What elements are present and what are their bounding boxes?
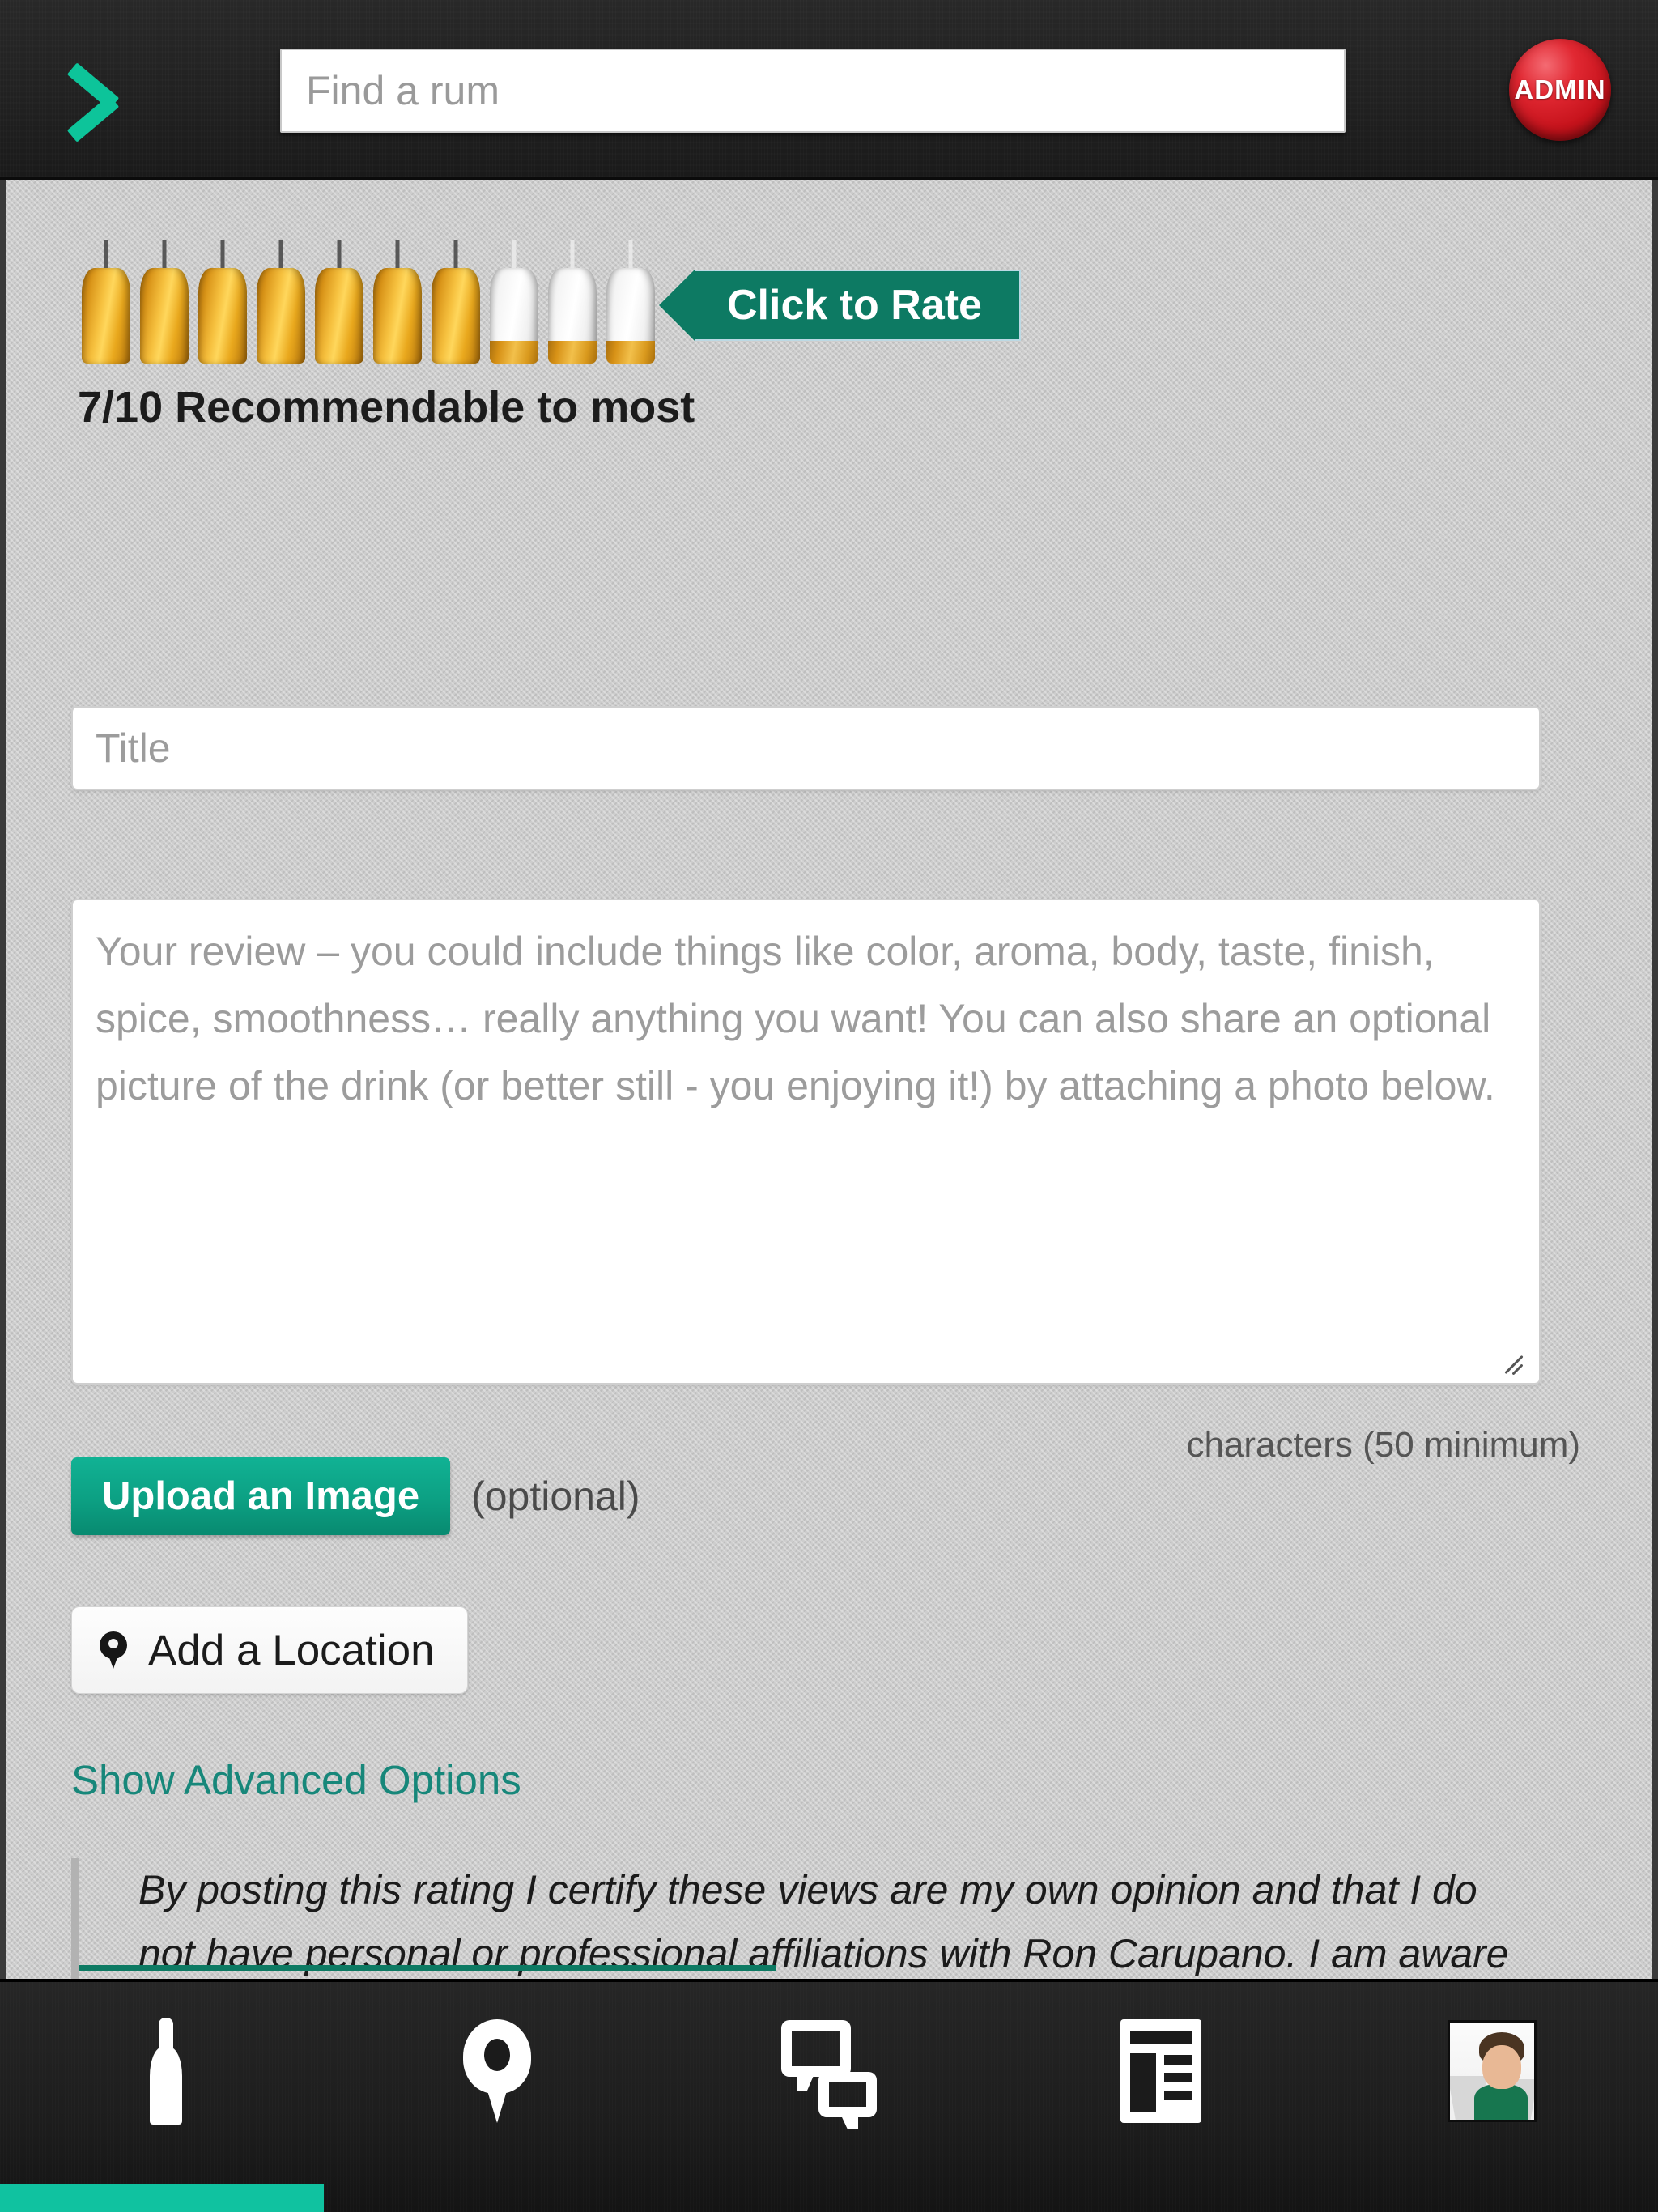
map-pin-icon [100, 1631, 127, 1669]
bottle-icon [143, 2018, 189, 2125]
rating-bottle-7[interactable] [431, 240, 481, 364]
bottom-navigation-bar [0, 1979, 1658, 2212]
nav-item-feed[interactable] [995, 1982, 1327, 2160]
disclaimer-block: By posting this rating I certify these v… [71, 1858, 1541, 1979]
rating-bottle-2[interactable] [139, 240, 189, 364]
feed-icon [1120, 2019, 1201, 2123]
nav-item-chat[interactable] [663, 1982, 995, 2160]
avatar-icon [1448, 2020, 1537, 2122]
disclaimer-text: By posting this rating I certify these v… [138, 1867, 1509, 1976]
upload-image-row: Upload an Image (optional) [71, 1457, 640, 1535]
review-body-textarea[interactable] [71, 899, 1541, 1385]
rating-bottle-3[interactable] [198, 240, 248, 364]
add-location-label: Add a Location [148, 1626, 435, 1674]
add-location-button[interactable]: Add a Location [71, 1606, 468, 1694]
review-title-input[interactable] [71, 706, 1541, 790]
click-to-rate-label: Click to Rate [727, 282, 982, 329]
rating-bottle-9[interactable] [547, 240, 597, 364]
admin-button-label: ADMIN [1514, 74, 1606, 104]
upload-image-button[interactable]: Upload an Image [71, 1457, 451, 1535]
rating-summary-label: 7/10 Recommendable to most [78, 383, 695, 432]
upload-optional-label: (optional) [471, 1474, 640, 1519]
admin-button[interactable]: ADMIN [1509, 39, 1611, 141]
search-field-wrapper [280, 49, 1346, 133]
back-button[interactable] [49, 50, 138, 139]
nav-item-places[interactable] [332, 1982, 664, 2160]
main-content-area: Click to Rate 7/10 Recommendable to most… [0, 180, 1658, 1979]
top-header-bar: ADMIN [0, 0, 1658, 180]
rating-bottle-6[interactable] [372, 240, 423, 364]
character-count-hint: characters (50 minimum) [1186, 1425, 1580, 1465]
rating-bottle-row[interactable]: Click to Rate [81, 240, 1021, 364]
chat-icon [780, 2020, 877, 2129]
map-pin-icon [463, 2019, 532, 2123]
rating-bottle-1[interactable] [81, 240, 131, 364]
rating-bottle-10[interactable] [606, 240, 656, 364]
bottom-left-accent-strip [0, 2184, 324, 2212]
nav-item-rums[interactable] [0, 1982, 332, 2160]
app-root: ADMIN Click to Rate 7/10 Recommendable t… [0, 0, 1658, 2212]
show-advanced-options-link[interactable]: Show Advanced Options [71, 1756, 521, 1804]
click-to-rate-callout[interactable]: Click to Rate [659, 270, 1021, 341]
page-progress-indicator [79, 1965, 776, 1971]
nav-item-profile[interactable] [1326, 1982, 1658, 2160]
rating-bottle-5[interactable] [314, 240, 364, 364]
rating-bottle-8[interactable] [489, 240, 539, 364]
search-input[interactable] [280, 49, 1346, 133]
rating-bottle-4[interactable] [256, 240, 306, 364]
